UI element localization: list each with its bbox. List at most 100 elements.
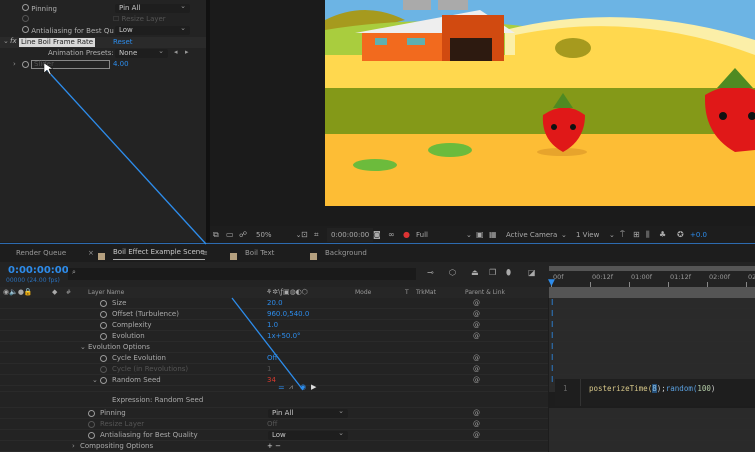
toggle-pixel-aspect-icon[interactable]: ⍑ bbox=[620, 228, 625, 242]
monitor-icon[interactable]: ▭ bbox=[226, 228, 234, 242]
reset-link[interactable]: Reset bbox=[113, 38, 133, 46]
color-channels-icon[interactable]: ● bbox=[403, 228, 410, 242]
effect-name[interactable]: Line Boil Frame Rate bbox=[19, 38, 96, 47]
toggle-mask-icon[interactable]: ⌗ bbox=[314, 228, 319, 242]
panel-menu-icon[interactable]: ≡ bbox=[202, 245, 208, 262]
property-value[interactable]: 1x+50.0° bbox=[267, 331, 301, 342]
resolution-dropdown[interactable]: Full ⌄ bbox=[416, 228, 472, 242]
timeline-track[interactable]: I bbox=[549, 298, 755, 309]
mask-visibility-icon[interactable]: ☍ bbox=[239, 228, 247, 242]
camera-dropdown[interactable]: Active Camera ⌄ bbox=[506, 228, 571, 242]
antialiasing-dropdown[interactable]: Low bbox=[115, 24, 190, 35]
draft-3d-icon[interactable]: ⬡ bbox=[449, 268, 456, 277]
next-preset-icon[interactable]: ▸ bbox=[185, 48, 189, 56]
property-row[interactable]: Cycle Evolution Off @ bbox=[0, 353, 548, 364]
stopwatch-icon[interactable] bbox=[88, 421, 95, 428]
property-dropdown[interactable]: Pin All bbox=[268, 407, 348, 418]
twirl-closed-icon[interactable]: › bbox=[13, 60, 16, 68]
parent-pickwhip-icon[interactable]: @ bbox=[473, 353, 480, 364]
timeline-icon[interactable]: ⫼ bbox=[646, 228, 650, 242]
timecode-field[interactable]: 0:00:00:00 bbox=[327, 228, 374, 242]
property-row[interactable]: Expression: Random Seed bbox=[0, 392, 548, 408]
parent-pickwhip-icon[interactable]: @ bbox=[473, 364, 480, 375]
property-value[interactable]: 20.0 bbox=[267, 298, 283, 309]
property-row[interactable]: Resize Layer Off @ bbox=[0, 419, 548, 430]
parent-pickwhip-icon[interactable]: @ bbox=[473, 408, 480, 419]
always-preview-icon[interactable]: ⧉ bbox=[213, 228, 219, 242]
property-value[interactable]: Off bbox=[267, 353, 277, 364]
motion-blur-icon[interactable]: ⬮ bbox=[506, 268, 511, 278]
stopwatch-icon[interactable] bbox=[88, 410, 95, 417]
property-row[interactable]: Evolution 1x+50.0° @ bbox=[0, 331, 548, 342]
timeline-track[interactable]: I bbox=[549, 331, 755, 342]
stopwatch-icon[interactable] bbox=[100, 300, 107, 307]
resize-layer-checkbox[interactable]: ☐ Resize Layer bbox=[113, 15, 166, 23]
timeline-track[interactable] bbox=[549, 419, 755, 430]
work-area-bar[interactable] bbox=[549, 266, 755, 271]
property-row[interactable]: Size 20.0 @ bbox=[0, 298, 548, 309]
exposure-value[interactable]: +0.0 bbox=[690, 228, 707, 242]
property-row[interactable]: Pinning Pin All @ bbox=[0, 407, 548, 419]
flowchart-icon[interactable]: ♣ bbox=[659, 228, 666, 242]
col-parent-link[interactable]: Parent & Link bbox=[465, 287, 505, 298]
parent-pickwhip-icon[interactable]: @ bbox=[473, 298, 480, 309]
animation-presets-dropdown[interactable]: None bbox=[115, 47, 168, 58]
property-dropdown[interactable]: Low bbox=[268, 429, 348, 440]
expression-editor[interactable]: 1 posterizeTime(8);random(100) bbox=[555, 379, 755, 406]
property-value[interactable]: 1 bbox=[267, 364, 271, 375]
search-input[interactable]: ⌕ bbox=[68, 268, 416, 280]
property-row[interactable]: ⌄ Evolution Options bbox=[0, 342, 548, 353]
parent-pickwhip-icon[interactable]: @ bbox=[473, 331, 480, 342]
close-tab-icon[interactable]: × bbox=[88, 245, 94, 262]
parent-pickwhip-icon[interactable]: @ bbox=[473, 320, 480, 331]
expression-code[interactable]: posterizeTime(8);random(100) bbox=[589, 379, 715, 399]
pinning-dropdown[interactable]: Pin All bbox=[115, 2, 190, 13]
stopwatch-icon[interactable] bbox=[88, 432, 95, 439]
parent-pickwhip-icon[interactable]: @ bbox=[473, 419, 480, 430]
stopwatch-icon[interactable] bbox=[100, 311, 107, 318]
twirl-closed-icon[interactable]: › bbox=[72, 441, 75, 452]
timeline-track[interactable] bbox=[549, 441, 755, 452]
twirl-open-icon[interactable]: ⌄ bbox=[3, 37, 9, 45]
timeline-track[interactable] bbox=[549, 408, 755, 419]
parent-pickwhip-icon[interactable]: @ bbox=[473, 430, 480, 441]
fx-icon[interactable]: fx bbox=[10, 37, 17, 45]
stopwatch-icon[interactable] bbox=[100, 377, 107, 384]
comp-flowchart-icon[interactable]: ⊸ bbox=[427, 268, 434, 277]
timeline-track[interactable]: I bbox=[549, 364, 755, 375]
col-mode[interactable]: Mode bbox=[355, 287, 371, 298]
property-row[interactable]: Offset (Turbulence) 960.0,540.0 @ bbox=[0, 309, 548, 320]
stopwatch-icon[interactable] bbox=[22, 61, 29, 68]
timeline-track[interactable]: I bbox=[549, 309, 755, 320]
prev-preset-icon[interactable]: ◂ bbox=[174, 48, 178, 56]
slider-name-field[interactable]: Slider bbox=[31, 60, 110, 69]
stopwatch-icon[interactable] bbox=[100, 322, 107, 329]
property-value[interactable]: 960.0,540.0 bbox=[267, 309, 309, 320]
time-ruler[interactable]: 00f00:12f01:00f01:12f02:00f02:12 bbox=[549, 272, 755, 287]
exposure-icon[interactable]: ✪ bbox=[677, 228, 684, 242]
timeline-track[interactable]: I bbox=[549, 353, 755, 364]
current-time[interactable]: 0:00:00:00 bbox=[8, 265, 69, 276]
tab-boil-effect-example-scene[interactable]: Boil Effect Example Scene bbox=[113, 245, 205, 260]
slider-value[interactable]: 4.00 bbox=[113, 60, 129, 68]
composition-viewer[interactable]: ⧉ ▭ ☍ 50% ⌄ ⊡ ⌗ 0:00:00:00 ◙ ∞ ● Full ⌄ ▣ … bbox=[210, 0, 755, 242]
stopwatch-icon[interactable] bbox=[22, 4, 29, 11]
tab-boil-text[interactable]: Boil Text bbox=[245, 245, 274, 262]
views-dropdown[interactable]: 1 View ⌄ bbox=[576, 228, 616, 242]
property-value[interactable]: 34 bbox=[267, 375, 276, 386]
parent-pickwhip-icon[interactable]: @ bbox=[473, 375, 480, 386]
shy-layers-icon[interactable]: ⏏ bbox=[471, 268, 479, 277]
timeline-track[interactable] bbox=[549, 430, 755, 441]
timeline-track[interactable]: I bbox=[549, 342, 755, 353]
stopwatch-icon[interactable] bbox=[100, 333, 107, 340]
timeline-track[interactable]: I bbox=[549, 320, 755, 331]
stopwatch-icon[interactable] bbox=[100, 355, 107, 362]
zoom-dropdown[interactable]: 50% ⌄ bbox=[256, 228, 301, 242]
property-row[interactable]: › Compositing Options + − bbox=[0, 441, 548, 452]
property-row[interactable]: Complexity 1.0 @ bbox=[0, 320, 548, 331]
timeline-layer-bar[interactable] bbox=[549, 287, 755, 298]
property-value[interactable]: Off bbox=[267, 419, 277, 430]
stopwatch-icon[interactable] bbox=[100, 366, 107, 373]
property-row[interactable]: ⌄ Random Seed 34 @ bbox=[0, 375, 548, 386]
col-trkmat[interactable]: TrkMat bbox=[416, 287, 436, 298]
